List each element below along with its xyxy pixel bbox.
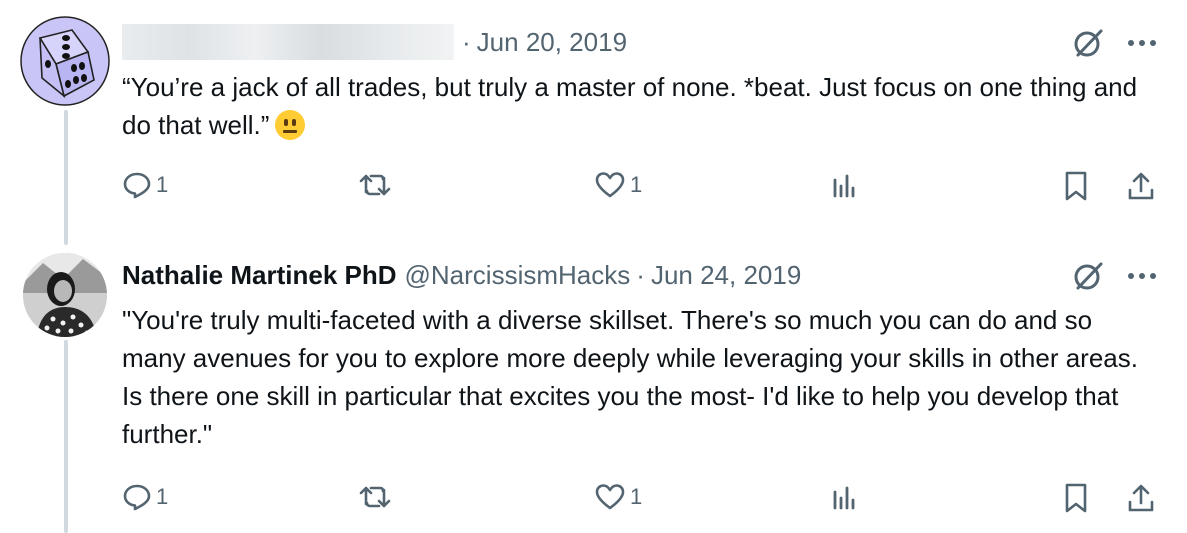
separator: · — [462, 27, 471, 57]
retweet-icon — [359, 174, 391, 196]
views-button[interactable] — [828, 482, 858, 512]
tweet-top-icons — [1071, 26, 1157, 60]
more-options-icon[interactable] — [1127, 38, 1157, 48]
bookmark-button[interactable] — [1062, 482, 1090, 514]
neutral-face-emoji-icon — [275, 110, 306, 140]
tweet-top-icons — [1071, 259, 1157, 293]
tweet[interactable]: Nathalie Martinek PhD @NarcissismHacks ·… — [0, 240, 1187, 533]
retweet-button[interactable] — [358, 170, 392, 200]
like-count: 1 — [630, 484, 643, 509]
reply-button[interactable]: 1 — [122, 170, 168, 200]
tweet-text-block: “You’re a jack of all trades, but truly … — [122, 68, 1152, 144]
profile-photo — [23, 253, 107, 337]
views-button[interactable] — [828, 170, 858, 200]
share-button[interactable] — [1126, 170, 1156, 202]
views-icon — [833, 486, 855, 510]
like-count: 1 — [630, 172, 643, 197]
share-icon — [1128, 484, 1154, 512]
heart-icon — [595, 172, 625, 198]
reply-icon — [123, 484, 151, 511]
user-name[interactable]: Nathalie Martinek PhD — [122, 257, 397, 293]
reply-button[interactable]: 1 — [122, 482, 168, 512]
user-handle[interactable]: @NarcissismHacks — [405, 257, 631, 293]
grok-icon[interactable] — [1071, 26, 1105, 60]
bookmark-icon — [1065, 171, 1087, 201]
views-icon — [833, 174, 855, 198]
tweet-text-block: "You're truly multi-faceted with a diver… — [122, 301, 1147, 453]
more-options-icon[interactable] — [1127, 271, 1157, 281]
share-button[interactable] — [1126, 482, 1156, 514]
tweet-text: "You're truly multi-faceted with a diver… — [122, 305, 1138, 449]
avatar[interactable] — [20, 16, 110, 106]
tweet-date[interactable]: Jun 20, 2019 — [477, 24, 627, 60]
reply-count: 1 — [156, 484, 169, 509]
tweet-date[interactable]: Jun 24, 2019 — [651, 257, 801, 293]
tweet-header: Nathalie Martinek PhD @NarcissismHacks ·… — [122, 257, 801, 293]
tweet-header: · Jun 20, 2019 — [122, 24, 627, 60]
tweet-actions: 1 1 — [122, 482, 1162, 522]
reply-icon — [123, 172, 151, 199]
separator: · — [636, 260, 645, 290]
like-button[interactable]: 1 — [594, 170, 642, 200]
tweet[interactable]: · Jun 20, 2019 “You’re a jack of all tra… — [0, 0, 1187, 240]
tweet-text: “You’re a jack of all trades, but truly … — [122, 72, 1138, 140]
avatar[interactable] — [23, 253, 107, 337]
dice-avatar-icon — [20, 16, 110, 106]
reply-count: 1 — [156, 172, 169, 197]
retweet-button[interactable] — [358, 482, 392, 512]
heart-icon — [595, 484, 625, 510]
tweet-actions: 1 1 — [122, 170, 1162, 210]
retweet-icon — [359, 486, 391, 508]
like-button[interactable]: 1 — [594, 482, 642, 512]
bookmark-button[interactable] — [1062, 170, 1090, 202]
redacted-user-name — [122, 24, 454, 60]
bookmark-icon — [1065, 483, 1087, 513]
share-icon — [1128, 172, 1154, 200]
grok-icon[interactable] — [1071, 259, 1105, 293]
